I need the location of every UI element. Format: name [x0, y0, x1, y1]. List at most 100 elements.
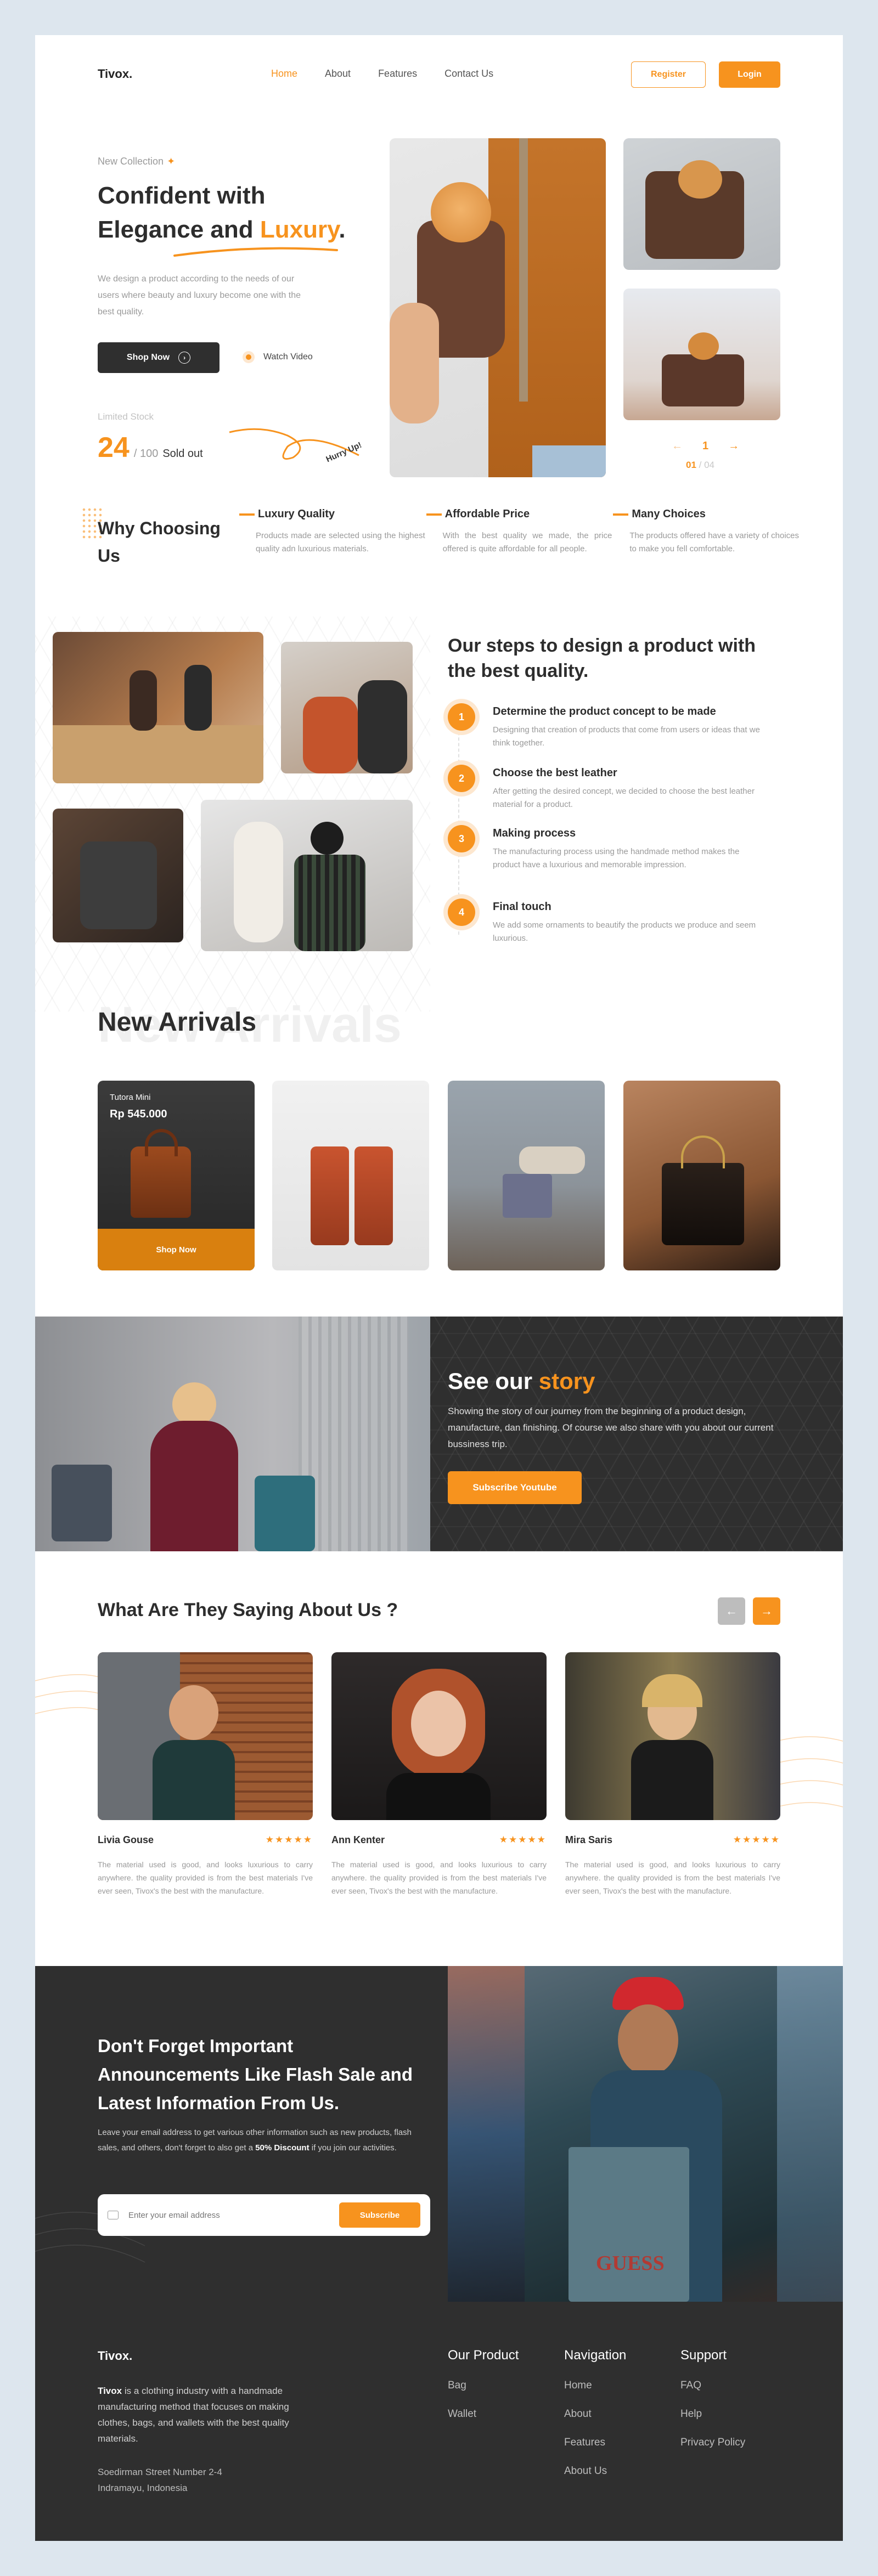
- hero-thumb-2[interactable]: [623, 289, 780, 420]
- title-underline-icon: [173, 247, 338, 257]
- arrow-left-icon: ←: [725, 1604, 738, 1618]
- step-number: 3: [448, 825, 475, 852]
- hero-title-line1: Confident with: [98, 182, 266, 209]
- stock-sold: Sold out: [162, 448, 203, 460]
- hero-description: We design a product according to the nee…: [98, 274, 301, 317]
- email-input[interactable]: [128, 2210, 339, 2220]
- testimonials-prev-button[interactable]: ←: [718, 1597, 745, 1625]
- shop-now-button[interactable]: Shop Now ›: [98, 342, 219, 373]
- step-title: Choose the best leather: [493, 767, 617, 779]
- step-number: 4: [448, 899, 475, 926]
- step-number: 2: [448, 765, 475, 792]
- footer-link[interactable]: Features: [564, 2437, 626, 2449]
- nav-about[interactable]: About: [325, 68, 351, 80]
- testimonial-card: Livia Gouse ★★★★★ The material used is g…: [98, 1652, 313, 1897]
- newsletter-form: Subscribe: [98, 2194, 430, 2236]
- subscribe-button[interactable]: Subscribe: [339, 2202, 420, 2228]
- logo[interactable]: Tivox.: [98, 67, 132, 81]
- newsletter-description: Leave your email address to get various …: [98, 2125, 432, 2156]
- step-number: 1: [448, 703, 475, 731]
- play-icon: [243, 351, 255, 363]
- testimonials-next-button[interactable]: →: [753, 1597, 780, 1625]
- testimonials-title: What Are They Saying About Us ?: [98, 1600, 398, 1620]
- story-title-accent: story: [538, 1368, 595, 1394]
- step-title: Final touch: [493, 901, 551, 913]
- step-title: Determine the product concept to be made: [493, 705, 716, 718]
- testimonial-photo: [98, 1652, 313, 1820]
- footer-link[interactable]: Wallet: [448, 2408, 519, 2420]
- hero-thumb-1[interactable]: [623, 138, 780, 270]
- why-item: Many Choices The products offered have a…: [613, 508, 800, 556]
- product-card-featured[interactable]: Tutora Mini Rp 545.000 Shop Now: [98, 1081, 255, 1270]
- footer-link[interactable]: About: [564, 2408, 626, 2420]
- subscribe-youtube-button[interactable]: Subscribe Youtube: [448, 1471, 582, 1504]
- workshop-photo-2: [281, 642, 413, 773]
- nav-home[interactable]: Home: [271, 68, 297, 80]
- arrow-right-icon[interactable]: →: [728, 440, 739, 453]
- newsletter-title: Don't Forget Important Announcements Lik…: [98, 2036, 413, 2113]
- bag-brand-label: GUESS: [596, 2252, 665, 2275]
- login-button[interactable]: Login: [719, 61, 780, 88]
- step-desc: Designing that creation of products that…: [493, 725, 760, 748]
- arrow-right-icon: →: [761, 1604, 773, 1618]
- product-card-2[interactable]: [272, 1081, 429, 1270]
- nav-features[interactable]: Features: [378, 68, 417, 80]
- register-button[interactable]: Register: [631, 61, 706, 88]
- hero-tag-label: New Collection: [98, 156, 164, 167]
- footer-link[interactable]: FAQ: [680, 2380, 745, 2392]
- newsletter-desc-end: if you join our activities.: [309, 2143, 397, 2153]
- footer-link[interactable]: Bag: [448, 2380, 519, 2392]
- product-shop-now-button[interactable]: Shop Now: [98, 1229, 255, 1270]
- stock-label: Limited Stock: [98, 411, 154, 422]
- hero-title-accent: Luxury: [260, 216, 339, 243]
- page: Tivox. Home About Features Contact Us Re…: [35, 35, 843, 2541]
- workshop-photo-1: [53, 632, 263, 783]
- arrivals-title: New Arrivals: [98, 1008, 257, 1037]
- stock-info: 24 / 100 Sold out: [98, 431, 203, 464]
- testimonial-text: The material used is good, and looks lux…: [565, 1860, 780, 1895]
- address-line: Soedirman Street Number 2-4: [98, 2467, 222, 2477]
- stock-count: 24: [98, 432, 130, 464]
- footer-desc-text: is a clothing industry with a handmade m…: [98, 2386, 289, 2444]
- dash-icon: [613, 513, 629, 516]
- dash-icon: [239, 513, 255, 516]
- hero-pager: ← 1 →: [672, 440, 739, 453]
- sparkle-icon: ✦: [167, 156, 176, 167]
- step-title: Making process: [493, 827, 576, 839]
- footer-link[interactable]: Help: [680, 2408, 745, 2420]
- steps-title: Our steps to design a product with the b…: [448, 635, 756, 681]
- story-description: Showing the story of our journey from th…: [448, 1406, 774, 1449]
- watch-video-button[interactable]: Watch Video: [243, 351, 313, 363]
- product-card-3[interactable]: [448, 1081, 605, 1270]
- newsletter-discount: 50% Discount: [255, 2143, 309, 2153]
- steps-list: 1 Determine the product concept to be ma…: [448, 703, 783, 945]
- why-item-desc: The products offered have a variety of c…: [629, 531, 800, 553]
- step-desc: The manufacturing process using the hand…: [493, 847, 740, 869]
- footer-column-title: Support: [680, 2348, 727, 2363]
- step-item: 1 Determine the product concept to be ma…: [448, 703, 783, 765]
- arrow-right-icon: ›: [178, 352, 191, 364]
- rating-stars-icon: ★★★★★: [265, 1834, 313, 1845]
- testimonial-card: Ann Kenter ★★★★★ The material used is go…: [331, 1652, 547, 1897]
- hero-title-period: .: [339, 216, 346, 243]
- footer-link[interactable]: Privacy Policy: [680, 2437, 745, 2449]
- nav-contact[interactable]: Contact Us: [444, 68, 493, 80]
- hero-main-image: [390, 138, 606, 477]
- footer-logo[interactable]: Tivox.: [98, 2349, 132, 2363]
- address-line: Indramayu, Indonesia: [98, 2483, 188, 2493]
- footer-column-support: Support FAQ Help Privacy Policy: [680, 2348, 745, 2465]
- product-card-4[interactable]: [623, 1081, 780, 1270]
- step-item: 3 Making process The manufacturing proce…: [448, 825, 783, 899]
- workshop-photo-3: [53, 809, 183, 942]
- arrow-left-icon[interactable]: ←: [672, 440, 683, 453]
- step-desc: After getting the desired concept, we de…: [493, 787, 755, 809]
- dash-icon: [426, 513, 442, 516]
- footer-brand: Tivox: [98, 2386, 122, 2396]
- testimonial-name: Ann Kenter: [331, 1834, 385, 1845]
- why-item-desc: With the best quality we made, the price…: [442, 531, 612, 553]
- footer-link[interactable]: About Us: [564, 2465, 626, 2477]
- why-item-title: Luxury Quality: [258, 508, 335, 520]
- pager-current: 1: [702, 440, 709, 452]
- footer-link[interactable]: Home: [564, 2380, 626, 2392]
- hero-tag: New Collection ✦: [98, 156, 175, 167]
